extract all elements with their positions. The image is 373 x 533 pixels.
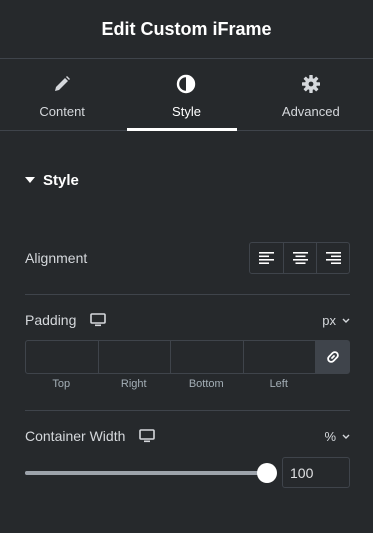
- padding-top-label: Top: [52, 378, 71, 390]
- align-center-icon: [292, 252, 308, 264]
- align-left-icon: [259, 252, 274, 264]
- align-left-button[interactable]: [250, 243, 283, 273]
- alignment-choices: [249, 242, 350, 274]
- padding-unit-select[interactable]: px: [322, 313, 350, 328]
- padding-top-input[interactable]: [26, 341, 99, 373]
- panel-header: Edit Custom iFrame: [0, 0, 373, 59]
- tab-advanced[interactable]: Advanced: [249, 59, 373, 130]
- padding-right-input[interactable]: [98, 341, 171, 373]
- container-width-slider[interactable]: [25, 463, 277, 483]
- pencil-icon: [52, 74, 72, 94]
- align-right-button[interactable]: [316, 243, 349, 273]
- align-right-icon: [325, 252, 341, 264]
- padding-bottom-input[interactable]: [171, 341, 244, 373]
- alignment-label: Alignment: [25, 250, 88, 266]
- padding-left-input[interactable]: [243, 341, 316, 373]
- tab-content-label: Content: [39, 104, 85, 119]
- alignment-control: Alignment: [25, 242, 350, 274]
- slider-fill: [25, 471, 267, 475]
- padding-bottom-label: Bottom: [188, 378, 224, 390]
- half-circle-icon: [176, 74, 196, 94]
- desktop-icon[interactable]: [90, 313, 107, 327]
- chevron-down-icon: [342, 318, 350, 323]
- container-width-label: Container Width: [25, 428, 126, 444]
- caret-down-icon: [25, 177, 35, 183]
- tab-style[interactable]: Style: [124, 59, 248, 131]
- gear-icon: [301, 74, 321, 94]
- container-width-input[interactable]: [282, 457, 350, 488]
- divider: [25, 410, 350, 411]
- tab-content[interactable]: Content: [0, 59, 124, 130]
- padding-inputs: [25, 340, 350, 374]
- link-values-button[interactable]: [316, 341, 349, 373]
- tab-style-label: Style: [172, 104, 201, 119]
- style-section-toggle[interactable]: Style: [25, 169, 79, 191]
- tab-advanced-label: Advanced: [281, 104, 340, 119]
- section-title: Style: [43, 171, 79, 189]
- desktop-icon[interactable]: [139, 429, 156, 443]
- padding-label: Padding: [25, 312, 77, 328]
- slider-handle[interactable]: [257, 463, 277, 483]
- panel-tabs: Content Style Advanced: [0, 59, 373, 131]
- container-width-unit-select[interactable]: %: [324, 429, 350, 444]
- padding-field-labels: Top Right Bottom Left: [25, 378, 315, 390]
- link-icon: [326, 351, 339, 363]
- align-center-button[interactable]: [283, 243, 316, 273]
- panel-title: Edit Custom iFrame: [101, 18, 272, 39]
- divider: [25, 294, 350, 295]
- container-width-unit: %: [324, 428, 336, 444]
- padding-left-label: Left: [269, 378, 288, 390]
- container-width-header: Container Width %: [25, 425, 350, 447]
- padding-header: Padding px: [25, 309, 350, 331]
- padding-unit: px: [322, 312, 336, 328]
- padding-right-label: Right: [120, 378, 147, 390]
- chevron-down-icon: [342, 434, 350, 439]
